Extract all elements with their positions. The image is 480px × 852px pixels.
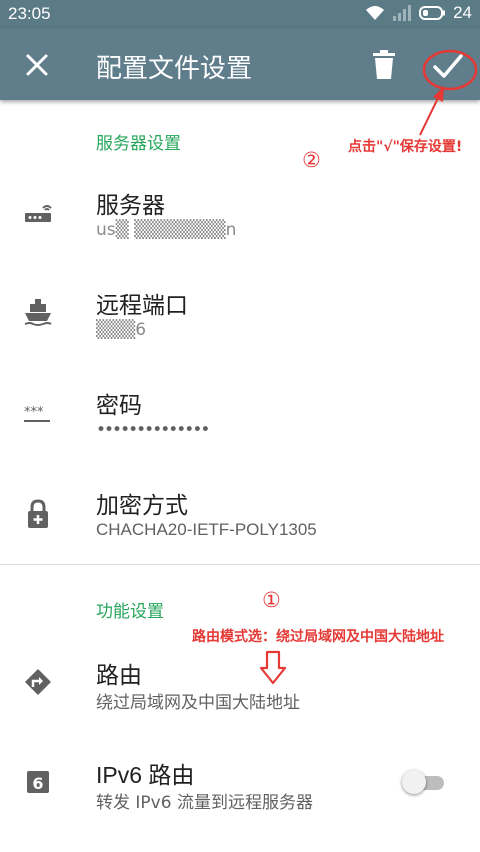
status-time: 23:05 bbox=[8, 4, 51, 23]
password-value: •••••••••••••• bbox=[96, 420, 210, 440]
remote-port-value: ▒▒▒6 bbox=[96, 320, 147, 340]
annotation-arrow-up bbox=[419, 86, 444, 136]
encryption-method-value: CHACHA20-IETF-POLY1305 bbox=[96, 520, 317, 539]
signal-icon bbox=[393, 5, 412, 21]
remote-port-title: 远程端口 bbox=[96, 293, 188, 319]
status-icons: 24 bbox=[365, 3, 472, 23]
route-setting-item[interactable]: 路由 绕过局域网及中国大陆地址 bbox=[0, 636, 480, 736]
svg-text:***: *** bbox=[24, 405, 44, 420]
annotation-step2-text: 点击"√"保存设置! bbox=[348, 139, 463, 155]
password-icon: *** bbox=[24, 405, 50, 422]
directions-icon bbox=[25, 669, 51, 695]
remote-port-setting-item[interactable]: 远程端口 ▒▒▒6 bbox=[0, 268, 480, 368]
ipv6-icon: 6 bbox=[27, 771, 49, 793]
router-icon bbox=[25, 205, 52, 222]
ipv6-route-value: 转发 IPv6 流量到远程服务器 bbox=[96, 793, 313, 813]
ipv6-route-title: IPv6 路由 bbox=[96, 762, 195, 788]
encryption-method-title: 加密方式 bbox=[96, 493, 188, 519]
wifi-icon bbox=[366, 6, 385, 20]
password-setting-item[interactable]: *** 密码 •••••••••••••• bbox=[0, 368, 480, 468]
server-setting-item[interactable]: 服务器 us▒ ▒▒▒▒▒▒▒n bbox=[0, 168, 480, 268]
section-divider bbox=[0, 564, 480, 565]
battery-level: 24 bbox=[453, 3, 472, 22]
page-title: 配置文件设置 bbox=[96, 54, 253, 84]
encryption-method-setting-item[interactable]: 加密方式 CHACHA20-IETF-POLY1305 bbox=[0, 468, 480, 568]
ipv6-route-toggle[interactable] bbox=[402, 770, 444, 794]
lock-icon bbox=[28, 499, 48, 528]
server-settings-header: 服务器设置 bbox=[96, 134, 181, 154]
route-title: 路由 bbox=[96, 663, 142, 689]
server-title: 服务器 bbox=[96, 193, 165, 219]
annotation-step1-marker: ① bbox=[262, 588, 281, 612]
status-bar: 23:05 24 bbox=[0, 0, 480, 28]
close-icon[interactable] bbox=[22, 50, 52, 80]
server-value: us▒ ▒▒▒▒▒▒▒n bbox=[96, 220, 237, 240]
trash-icon[interactable] bbox=[370, 50, 398, 80]
feature-settings-header: 功能设置 bbox=[96, 602, 164, 622]
battery-icon bbox=[419, 6, 446, 20]
ship-icon bbox=[24, 299, 52, 326]
route-value: 绕过局域网及中国大陆地址 bbox=[96, 693, 300, 713]
password-title: 密码 bbox=[96, 393, 142, 419]
toggle-thumb bbox=[402, 770, 426, 794]
svg-text:6: 6 bbox=[32, 774, 43, 793]
